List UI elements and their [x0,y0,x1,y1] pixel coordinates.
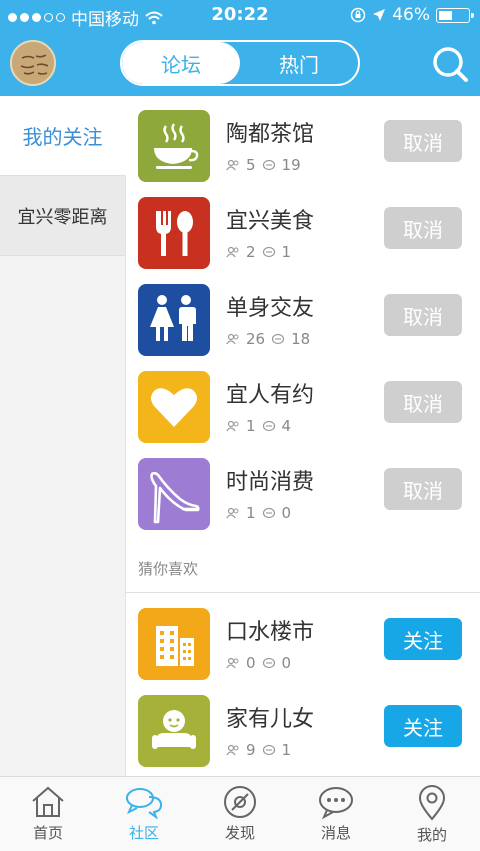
couple-icon [138,284,210,356]
tab-discover[interactable]: 发现 [192,777,288,851]
forum-stats: 5 19 [226,156,301,174]
forum-name: 时尚消费 [226,470,315,495]
post-count: 4 [281,417,292,435]
posts-icon [262,657,275,669]
teacup-icon [138,110,210,182]
tab-label: 首页 [32,824,63,842]
forum-stats: 0 0 [226,654,291,672]
post-count: 1 [281,741,292,759]
unfollow-button[interactable]: 取消 [384,120,462,162]
posts-icon [262,159,275,171]
forum-name: 陶都茶馆 [226,122,315,147]
post-count: 0 [281,504,292,522]
member-count: 1 [246,504,256,522]
forum-stats: 26 18 [226,330,310,348]
post-count: 18 [291,330,311,348]
avatar[interactable] [10,40,56,86]
battery-percent: 46% [392,5,430,25]
post-count: 19 [281,156,301,174]
posts-icon [262,246,275,258]
compass-icon [224,786,256,818]
forum-name: 宜人有约 [226,383,315,408]
member-count: 2 [246,243,256,261]
member-count: 26 [246,330,266,348]
search-button[interactable] [430,44,470,84]
list-item[interactable]: 宜兴美食 2 1 取消 [126,185,480,272]
member-count: 5 [246,156,256,174]
members-icon [226,246,239,258]
follow-button[interactable]: 关注 [384,705,462,747]
tab-hot[interactable]: 热门 [240,42,358,84]
section-label-recommend: 猜你喜欢 [138,560,199,578]
unfollow-button[interactable]: 取消 [384,381,462,423]
header-tabs: 论坛 热门 [120,40,360,86]
list-item[interactable]: 陶都茶馆 5 19 取消 [126,98,480,185]
list-item[interactable]: 时尚消费 1 0 取消 [126,446,480,533]
high-heel-icon [138,458,210,530]
baby-icon [138,695,210,767]
forum-stats: 2 1 [226,243,291,261]
battery-icon [436,7,474,23]
message-icon [319,787,353,819]
members-icon [226,744,239,756]
tab-profile[interactable]: 我的 [384,777,480,851]
list-item[interactable]: 宜人有约 1 4 取消 [126,359,480,446]
posts-icon [262,507,275,519]
forum-name: 家有儿女 [226,707,315,732]
app-header: 中国移动 20:22 46% 论坛 热门 [0,0,480,96]
members-icon [226,159,239,171]
building-icon [138,608,210,680]
forum-stats: 9 1 [226,741,291,759]
tab-messages[interactable]: 消息 [288,777,384,851]
posts-icon [262,744,275,756]
tab-label: 我的 [416,826,447,844]
follow-button[interactable]: 关注 [384,618,462,660]
forum-stats: 1 4 [226,417,291,435]
unfollow-button[interactable]: 取消 [384,468,462,510]
search-icon [433,47,468,82]
location-arrow-icon [373,9,386,21]
member-count: 1 [246,417,256,435]
tab-community[interactable]: 社区 [96,777,192,851]
list-item[interactable]: 单身交友 26 18 取消 [126,272,480,359]
divider [126,592,480,593]
tab-label: 消息 [320,824,351,842]
fork-spoon-icon [138,197,210,269]
sidebar-item-my-follows[interactable]: 我的关注 [0,96,126,176]
member-count: 0 [246,654,256,672]
forum-name: 宜兴美食 [226,209,315,234]
forum-name: 单身交友 [226,296,315,321]
forum-list: 陶都茶馆 5 19 取消 宜兴美食 2 1 取消 单身交友 26 18 取消 宜… [126,96,480,776]
tab-home[interactable]: 首页 [0,777,96,851]
posts-icon [271,333,285,345]
heart-icon [138,371,210,443]
unfollow-button[interactable]: 取消 [384,294,462,336]
unfollow-button[interactable]: 取消 [384,207,462,249]
chat-bubbles-icon [126,788,163,819]
member-count: 9 [246,741,256,759]
list-item[interactable]: 家有儿女 9 1 关注 [126,683,480,770]
home-icon [32,786,64,817]
list-item[interactable]: 口水楼市 0 0 关注 [126,596,480,683]
members-icon [226,333,239,345]
status-bar: 中国移动 20:22 46% [0,0,480,30]
sidebar: 我的关注 宜兴零距离 [0,96,126,776]
posts-icon [262,420,275,432]
forum-name: 口水楼市 [226,620,315,645]
members-icon [226,657,239,669]
post-count: 1 [281,243,292,261]
tab-forum[interactable]: 论坛 [122,42,240,84]
post-count: 0 [281,654,292,672]
forum-stats: 1 0 [226,504,291,522]
location-pin-icon [418,785,446,821]
tab-label: 社区 [128,824,159,842]
orientation-lock-icon [350,7,366,23]
bottom-tab-bar: 首页 社区 发现 消息 我的 [0,776,480,851]
members-icon [226,420,239,432]
tab-label: 发现 [224,824,255,842]
members-icon [226,507,239,519]
sidebar-item-yixing[interactable]: 宜兴零距离 [0,176,125,256]
